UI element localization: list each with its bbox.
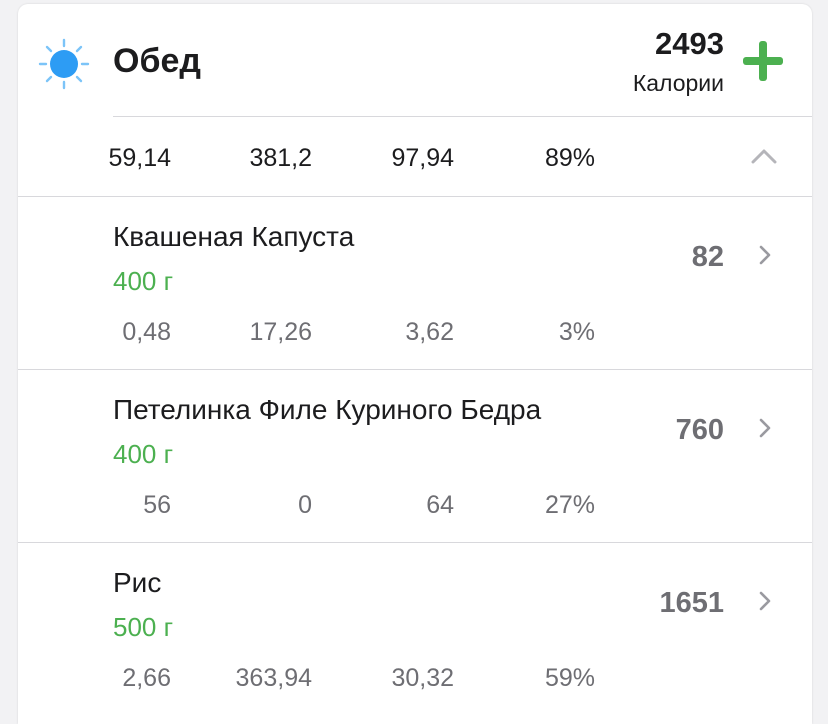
plus-icon [743, 41, 783, 81]
food-item-value: 56 [143, 491, 171, 519]
header-divider [113, 116, 812, 117]
chevron-right-icon [759, 245, 771, 265]
chevron-right-icon [759, 418, 771, 438]
food-item-value: 0 [298, 491, 312, 519]
calories-label: Калории [632, 70, 724, 96]
food-item-calories: 1651 [659, 587, 724, 619]
food-item-value: 27% [544, 491, 595, 519]
food-item-weight: 400 г [113, 439, 174, 469]
food-item-calories: 82 [691, 241, 724, 273]
food-item-value: 0,48 [122, 318, 171, 346]
food-item-value: 17,26 [249, 318, 312, 346]
chevron-right-icon [759, 591, 771, 611]
food-item-value: 30,32 [391, 664, 454, 692]
food-item-name: Петелинка Филе Куриного Бедра [113, 394, 542, 425]
food-item-row[interactable]: Петелинка Филе Куриного Бедра 400 г 760 … [18, 370, 812, 542]
food-item-row[interactable]: Квашеная Капуста 400 г 82 0,48 17,26 3,6… [18, 197, 812, 369]
food-item-weight: 500 г [113, 612, 174, 642]
summary-value: 89% [544, 144, 595, 172]
food-item-name: Рис [113, 567, 162, 598]
food-item-name: Квашеная Капуста [113, 221, 355, 252]
add-food-button[interactable] [740, 38, 786, 84]
food-item-value: 3,62 [405, 318, 454, 346]
summary-value: 97,94 [391, 144, 454, 172]
summary-value: 59,14 [108, 144, 171, 172]
food-item-value: 59% [544, 664, 595, 692]
chevron-up-icon [751, 149, 777, 164]
calories-total: 2493 [655, 26, 724, 61]
summary-value: 381,2 [249, 144, 312, 172]
food-item-value: 3% [558, 318, 595, 346]
food-item-row[interactable]: Рис 500 г 1651 2,66 363,94 30,32 59% [18, 543, 812, 715]
food-item-value: 2,66 [122, 664, 171, 692]
food-item-weight: 400 г [113, 266, 174, 296]
meal-card: Обед 2493 Калории 59,14 381,2 97,94 89% … [18, 4, 812, 724]
food-item-value: 64 [426, 491, 454, 519]
food-item-calories: 760 [675, 414, 724, 446]
collapse-button[interactable] [748, 144, 780, 168]
food-item-value: 363,94 [235, 664, 312, 692]
meal-title: Обед [113, 42, 201, 80]
sun-icon [38, 38, 90, 90]
